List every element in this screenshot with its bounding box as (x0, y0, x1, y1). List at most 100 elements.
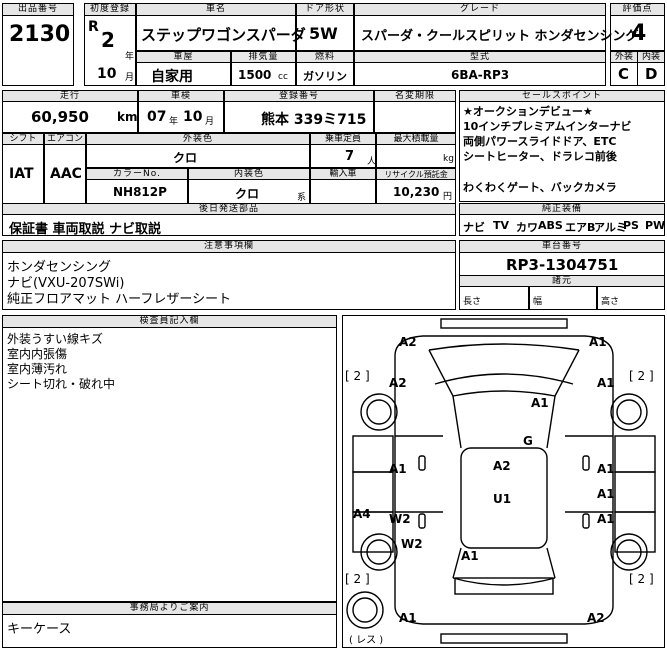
fuel-box: ガソリン (296, 62, 354, 86)
int-color-value: クロ (235, 187, 260, 201)
tire-mark: [ 2 ] (629, 369, 654, 383)
sales-points-box: ★オークションデビュー★ 10インチプレミアムインターナビ 両側パワースライドド… (459, 101, 665, 202)
equipment-item: PW (645, 219, 666, 232)
office-box: キーケース (2, 614, 337, 648)
displacement-unit: cc (278, 72, 288, 82)
sales-point-line: シートヒーター、ドラレコ前後 (463, 150, 617, 163)
length-label: 長さ (463, 297, 482, 307)
displacement-box: 1500 cc (231, 62, 296, 86)
car-diagram: A2 A1 A2 A1 A1 G A1 A2 A1 A1 U1 A4 W2 A1… (342, 315, 665, 648)
car-outline (346, 318, 656, 644)
length-box: 長さ (459, 286, 529, 310)
score-box: 4 (610, 15, 665, 51)
height-box: 高さ (597, 286, 665, 310)
damage-mark: W2 (389, 512, 411, 526)
inspection-year-unit: 年 (169, 117, 179, 127)
documents-box: 保証書 車両取説 ナビ取説 (2, 214, 456, 237)
shift-value: IAT (9, 166, 34, 182)
notes-line: 純正フロアマット ハーフレザーシート (7, 292, 232, 307)
equipment-item: ナビ (463, 221, 485, 234)
chassis-box: RP3-1304751 (459, 252, 665, 276)
month-unit: 月 (125, 73, 135, 83)
equipment-item: ABS (538, 219, 563, 232)
lot-no: 2130 (9, 22, 71, 47)
inspector-line: シート切れ・破れ中 (7, 377, 116, 391)
equipment-item: アルミ (594, 221, 627, 234)
width-box: 幅 (529, 286, 597, 310)
damage-mark: A1 (461, 549, 479, 563)
inspection-year: 07 (147, 109, 167, 125)
int-color-unit: 系 (297, 193, 307, 203)
damage-mark: A1 (597, 487, 615, 501)
grade-box: スパーダ・クールスピリット ホンダセンシング (354, 15, 639, 51)
damage-mark: A1 (597, 512, 615, 526)
recycle-unit: 円 (443, 192, 453, 202)
car-name-box: ステップワゴンスパーダ (136, 15, 306, 51)
damage-mark: A2 (389, 376, 407, 390)
tire-mark: [ 2 ] (345, 369, 370, 383)
model-value: 6BA-RP3 (451, 68, 510, 82)
equipment-item: カワ (516, 221, 538, 234)
door-box: 5W (296, 15, 354, 51)
office-note: キーケース (7, 622, 72, 637)
recycle-value: 10,230 (393, 185, 440, 199)
reg-month: 10 (97, 66, 117, 82)
damage-mark: W2 (401, 537, 423, 551)
reg-no-box: 熊本 339ミ715 (224, 101, 374, 133)
damage-mark: A4 (353, 507, 371, 521)
score-value: 4 (631, 21, 647, 46)
damage-mark: A1 (399, 611, 417, 625)
fuel-value: ガソリン (303, 70, 347, 83)
damage-mark: G (523, 434, 533, 448)
interior-grade: D (645, 65, 658, 83)
width-label: 幅 (533, 297, 543, 307)
year-unit: 年 (125, 52, 135, 62)
tire-mark: [ 2 ] (629, 572, 654, 586)
era: R (88, 19, 99, 35)
chassis-value: RP3-1304751 (506, 256, 619, 274)
damage-mark: A1 (597, 376, 615, 390)
equipment-item: PS (623, 219, 639, 232)
int-color-box: クロ 系 (188, 179, 310, 204)
sales-point-line: 両側パワースライドドア、ETC (463, 135, 617, 148)
recycle-box: 10,230 円 (376, 179, 456, 204)
inspector-box: 外装うすい線キズ 室内内張傷 室内薄汚れ シート切れ・破れ中 (2, 327, 337, 602)
height-label: 高さ (601, 297, 620, 307)
damage-mark: A1 (389, 462, 407, 476)
damage-mark: A1 (589, 335, 607, 349)
import-box (310, 179, 376, 204)
color-no-value: NH812P (113, 185, 167, 199)
capacity-value: 7 (345, 149, 355, 164)
displacement-value: 1500 (238, 68, 272, 82)
damage-mark: A2 (399, 335, 417, 349)
exterior-grade: C (618, 65, 630, 83)
ac-box: AAC (44, 144, 86, 204)
load-unit: kg (443, 154, 454, 164)
inspection-month-unit: 月 (205, 117, 215, 127)
documents-value: 保証書 車両取説 ナビ取説 (9, 222, 162, 237)
reg-year: 2 (101, 28, 115, 52)
capacity-unit: 人 (367, 157, 377, 167)
interior-grade-box: D (637, 62, 665, 86)
mileage-unit: km (117, 110, 138, 124)
damage-mark: U1 (493, 492, 512, 506)
reg-no-value: 熊本 339ミ715 (261, 112, 367, 128)
ac-value: AAC (50, 166, 82, 182)
model-box: 6BA-RP3 (354, 62, 606, 86)
capacity-box: 7 人 (310, 144, 376, 168)
equipment-item: TV (493, 219, 510, 232)
spare-tire-mark: ( レス ) (349, 635, 384, 646)
ext-color-box: クロ (86, 144, 310, 168)
first-reg-box: R 2 年 10 月 (84, 15, 136, 86)
use-value: 自家用 (151, 69, 193, 85)
damage-mark: A2 (587, 611, 605, 625)
expiry-box (374, 101, 456, 133)
grade-value: スパーダ・クールスピリット ホンダセンシング (361, 29, 639, 44)
inspection-box: 07 年 10 月 (138, 101, 224, 133)
color-no-box: NH812P (86, 179, 188, 204)
max-load-box: kg (376, 144, 456, 168)
mileage-value: 60,950 (31, 108, 89, 126)
equipment-item: エアB (565, 221, 596, 234)
inspection-month: 10 (183, 109, 203, 125)
damage-mark: A2 (493, 459, 511, 473)
